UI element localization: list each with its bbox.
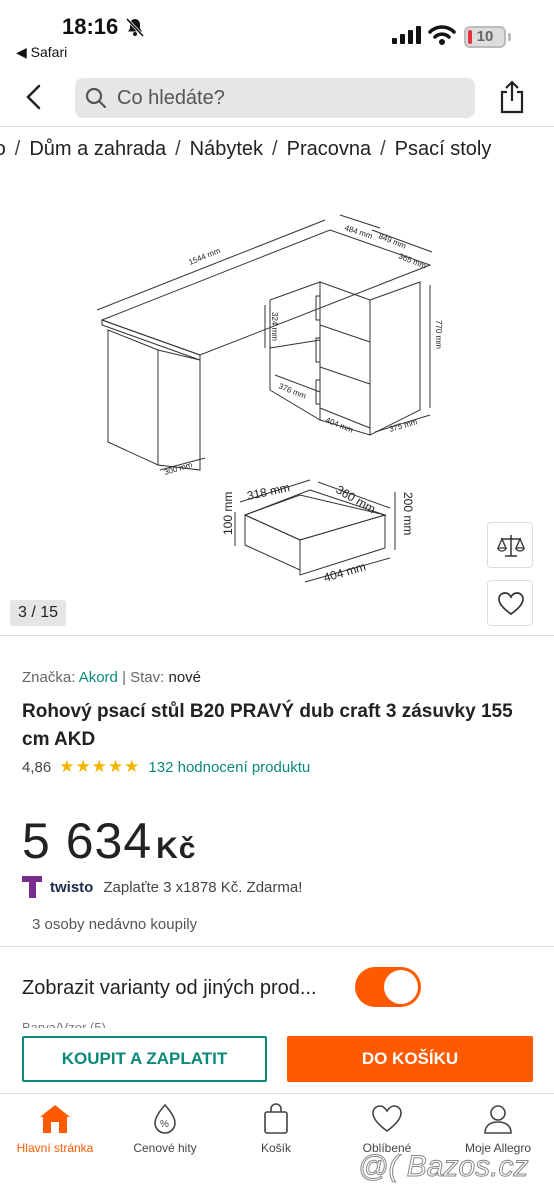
desk-technical-drawing: 1544 mm 484 mm 849 mm 365 mm 324 mm 770 … bbox=[96, 214, 443, 585]
search-icon bbox=[85, 87, 107, 109]
breadcrumb-item[interactable]: Pracovna bbox=[287, 138, 372, 161]
clock: 18:16 bbox=[62, 14, 119, 39]
dim-drawer-200: 200 mm bbox=[401, 492, 415, 535]
battery-indicator: 10 bbox=[464, 26, 506, 48]
dim-drawer-360: 360 mm bbox=[334, 482, 379, 516]
share-icon[interactable] bbox=[498, 80, 526, 114]
variant-attribute-label: Barva/Vzor (5) bbox=[22, 1020, 106, 1028]
add-to-cart-button[interactable]: DO KOŠÍKU bbox=[287, 1036, 533, 1082]
image-counter: 3 / 15 bbox=[10, 600, 66, 626]
percent-drop-icon: % bbox=[154, 1103, 176, 1134]
nav-price-hits[interactable]: % Cenové hity bbox=[110, 1094, 220, 1155]
nav-home[interactable]: Hlavní stránka bbox=[0, 1094, 110, 1155]
recent-purchases: 3 osoby nedávno koupily bbox=[32, 916, 198, 933]
nav-favorites[interactable]: Oblíbené bbox=[332, 1094, 442, 1155]
state-label: | Stav: bbox=[122, 669, 165, 686]
price-value: 5 634 bbox=[22, 813, 153, 869]
dim-drawer-100: 100 mm bbox=[221, 492, 235, 535]
breadcrumb: ro/Dům a zahrada/Nábytek/Pracovna/Psací … bbox=[0, 138, 491, 161]
nav-label: Cenové hity bbox=[133, 1141, 197, 1155]
user-icon bbox=[484, 1105, 512, 1134]
nav-label: Košík bbox=[260, 1141, 291, 1155]
search-placeholder: Co hledáte? bbox=[117, 87, 225, 109]
dim-300: 300 mm bbox=[163, 460, 194, 477]
favorite-button[interactable] bbox=[487, 580, 533, 626]
bottom-navigation: Hlavní stránka % Cenové hity Košík Oblíb… bbox=[0, 1094, 554, 1200]
variants-toggle[interactable] bbox=[355, 967, 421, 1007]
breadcrumb-item[interactable]: Nábytek bbox=[190, 138, 263, 161]
state-value: nové bbox=[168, 669, 202, 686]
breadcrumb-item[interactable]: Dům a zahrada bbox=[29, 138, 166, 161]
brand-link[interactable]: Akord bbox=[79, 669, 118, 686]
rating-count-link[interactable]: 132 hodnocení produktu bbox=[148, 759, 310, 776]
dim-drawer-404: 404 mm bbox=[322, 559, 368, 584]
twisto-logo-icon bbox=[22, 876, 42, 898]
back-to-safari[interactable]: ◀ Safari bbox=[16, 44, 67, 61]
status-bar: 18:16 ◀ Safari 10 bbox=[0, 0, 554, 70]
buy-now-button[interactable]: KOUPIT A ZAPLATIT bbox=[22, 1036, 267, 1082]
dim-324: 324 mm bbox=[270, 312, 279, 341]
breadcrumb-item[interactable]: Psací stoly bbox=[395, 138, 492, 161]
heart-icon bbox=[498, 592, 524, 616]
dim-1544: 1544 mm bbox=[187, 246, 222, 267]
watermark: @( Bazos.cz bbox=[358, 1150, 529, 1184]
rating-value: 4,86 bbox=[22, 758, 52, 776]
brand-label: Značka: bbox=[22, 669, 76, 686]
variants-label: Zobrazit varianty od jiných prod... bbox=[22, 977, 317, 999]
price: 5 634 Kč bbox=[22, 812, 196, 870]
twisto-installments[interactable]: twisto Zaplaťte 3 x1878 Kč. Zdarma! bbox=[22, 876, 302, 898]
rating-row[interactable]: 4,86 ★★★★★ 132 hodnocení produktu bbox=[22, 757, 310, 777]
battery-level: 10 bbox=[476, 28, 494, 45]
dim-770: 770 mm bbox=[434, 320, 443, 349]
breadcrumb-item[interactable]: ro bbox=[0, 138, 6, 161]
compare-button[interactable] bbox=[487, 522, 533, 568]
dim-376: 376 mm bbox=[277, 382, 307, 401]
search-input[interactable]: Co hledáte? bbox=[75, 78, 475, 118]
product-title: Rohový psací stůl B20 PRAVÝ dub craft 3 … bbox=[22, 701, 513, 750]
dim-404: 404 mm bbox=[324, 416, 354, 435]
nav-label: Hlavní stránka bbox=[16, 1141, 94, 1155]
nav-cart[interactable]: Košík bbox=[221, 1094, 331, 1155]
scales-icon bbox=[497, 535, 525, 557]
svg-text:%: % bbox=[160, 1119, 169, 1130]
wifi-icon bbox=[428, 25, 456, 45]
star-rating-icon: ★★★★★ bbox=[59, 757, 141, 776]
dim-375: 375 mm bbox=[388, 417, 419, 434]
twisto-text: Zaplaťte 3 x1878 Kč. Zdarma! bbox=[103, 878, 303, 896]
back-chevron-icon[interactable] bbox=[20, 82, 50, 112]
product-meta: Značka: Akord | Stav: nové bbox=[22, 669, 201, 686]
muted-bell-icon bbox=[125, 17, 145, 38]
product-image-gallery[interactable]: 1544 mm 484 mm 849 mm 365 mm 324 mm 770 … bbox=[0, 170, 554, 635]
bag-icon bbox=[264, 1103, 288, 1134]
home-icon bbox=[40, 1105, 70, 1133]
cellular-signal-icon bbox=[392, 26, 421, 44]
heart-icon bbox=[372, 1105, 402, 1132]
dim-365: 365 mm bbox=[397, 252, 427, 271]
price-currency: Kč bbox=[156, 832, 197, 865]
dim-484: 484 mm bbox=[343, 223, 374, 241]
twisto-brand: twisto bbox=[50, 878, 94, 896]
nav-my-allegro[interactable]: Moje Allegro bbox=[443, 1094, 553, 1155]
